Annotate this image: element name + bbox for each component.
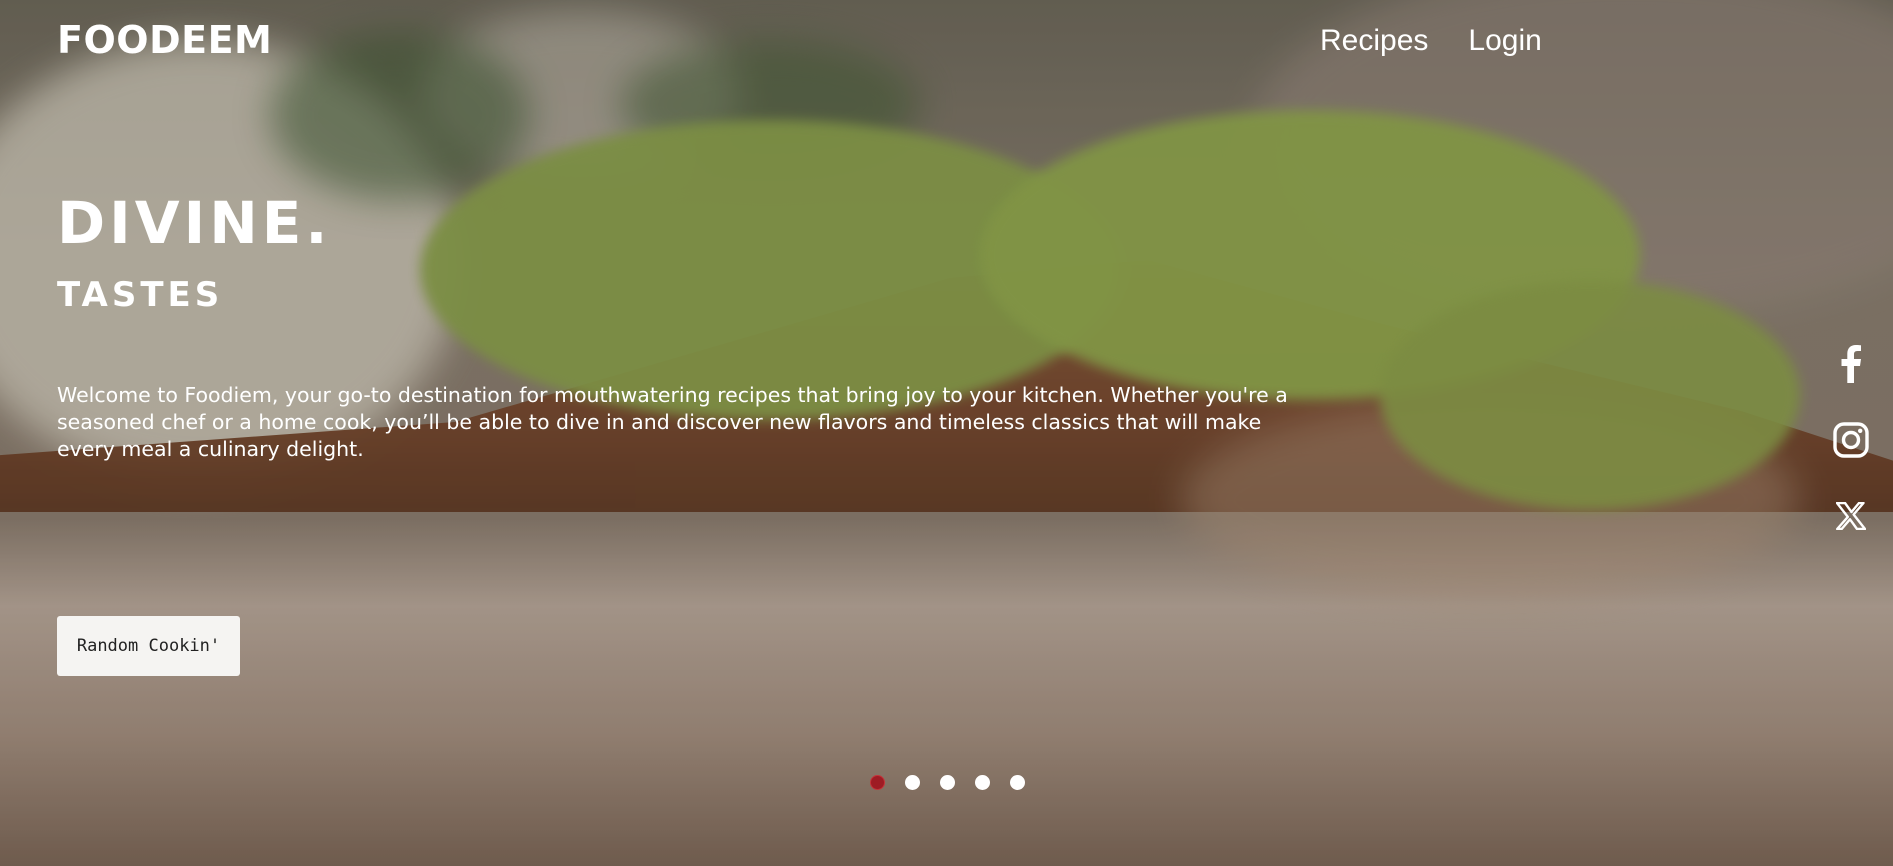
- hero-headline: DIVINE.: [57, 189, 332, 257]
- hero-intro-text: Welcome to Foodiem, your go-to destinati…: [57, 383, 1288, 461]
- brand-logo[interactable]: FOODEEM: [57, 18, 272, 62]
- facebook-icon[interactable]: [1832, 344, 1870, 384]
- instagram-icon[interactable]: [1832, 420, 1870, 460]
- social-links: [1832, 344, 1870, 536]
- slider-dot-1[interactable]: [870, 775, 885, 790]
- slider-dot-5[interactable]: [1010, 775, 1025, 790]
- nav-link-recipes[interactable]: Recipes: [1320, 24, 1428, 58]
- slider-dot-2[interactable]: [905, 775, 920, 790]
- nav-link-login[interactable]: Login: [1468, 24, 1541, 58]
- random-cookin-button[interactable]: Random Cookin': [57, 616, 240, 676]
- main-nav: Recipes Login: [1320, 24, 1542, 58]
- x-twitter-icon[interactable]: [1832, 496, 1870, 536]
- slider-dot-3[interactable]: [940, 775, 955, 790]
- hero-subheadline: TASTES: [57, 275, 224, 315]
- slider-dot-4[interactable]: [975, 775, 990, 790]
- slider-dots: [870, 775, 1025, 790]
